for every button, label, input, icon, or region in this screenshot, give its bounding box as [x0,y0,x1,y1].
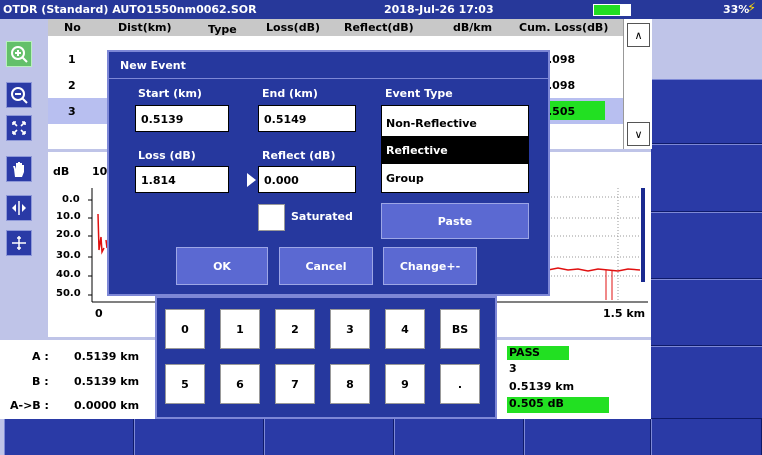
bottom-key-2[interactable] [134,419,264,455]
event-type-label: Event Type [385,87,453,100]
vertical-scale-icon[interactable] [6,230,32,256]
event-type-list: Non-Reflective Reflective Group [381,105,529,193]
key-4[interactable]: 4 [385,309,425,349]
marker-ab-label: A->B : [10,399,49,412]
event-type-non-reflective[interactable]: Non-Reflective [382,109,528,137]
datetime: 2018-Jul-26 17:03 [384,3,494,16]
key-7[interactable]: 7 [275,364,315,404]
fit-icon[interactable] [6,115,32,141]
key-5[interactable]: 5 [165,364,205,404]
event-type-reflective[interactable]: Reflective [382,136,528,164]
key-0[interactable]: 0 [165,309,205,349]
end-label: End (km) [262,87,318,100]
change-sign-button[interactable]: Change+- [383,247,477,285]
end-km-input[interactable]: 0.5149 [258,105,356,132]
softkey-1[interactable] [651,79,762,144]
key-9[interactable]: 9 [385,364,425,404]
bottom-key-1[interactable] [4,419,134,455]
reflect-label: Reflect (dB) [262,149,336,162]
charging-icon: ⚡ [747,1,757,16]
event-distance: 0.5139 km [509,380,575,393]
zoom-out-icon[interactable] [6,82,32,108]
scroll-up-icon[interactable]: ∧ [627,23,650,47]
start-km-input[interactable]: 0.5139 [135,105,229,132]
key-2[interactable]: 2 [275,309,315,349]
key-backspace[interactable]: BS [440,309,480,349]
key-6[interactable]: 6 [220,364,260,404]
marker-a-value: 0.5139 km [74,350,140,363]
battery-percent: 33% [723,3,750,16]
dialog-title: New Event [120,59,186,72]
paste-button[interactable]: Paste [381,203,529,239]
key-1[interactable]: 1 [220,309,260,349]
ok-button[interactable]: OK [176,247,268,285]
event-number: 3 [509,362,517,375]
bottom-key-5[interactable] [524,419,651,455]
saturated-checkbox[interactable] [258,204,285,231]
softkey-5[interactable] [651,346,762,419]
col-header-reflect: Reflect(dB) [344,21,414,34]
marker-ab-value: 0.0000 km [74,399,140,412]
marker-a-label: A : [32,350,49,363]
bottom-key-6[interactable] [651,419,762,455]
event-type-group[interactable]: Group [382,164,528,192]
zoom-in-icon[interactable] [6,41,32,67]
reflect-db-input[interactable]: 0.000 [258,166,356,193]
softkey-3[interactable] [651,212,762,279]
col-header-type: Type [208,23,237,36]
col-header-loss: Loss(dB) [266,21,320,34]
col-header-db-km: dB/km [453,21,493,34]
bottom-key-3[interactable] [264,419,394,455]
loss-label: Loss (dB) [138,149,196,162]
softkey-2[interactable] [651,144,762,212]
bottom-key-4[interactable] [394,419,524,455]
col-header-dist: Dist(km) [118,21,172,34]
key-8[interactable]: 8 [330,364,370,404]
col-header-cum-loss: Cum. Loss(dB) [519,21,609,34]
title-bar: OTDR (Standard) AUTO1550nm0062.SOR 2018-… [0,0,762,19]
key-3[interactable]: 3 [330,309,370,349]
status-badge: PASS [507,346,569,360]
cancel-button[interactable]: Cancel [279,247,373,285]
table-scrollbar[interactable]: ∧ ∨ [623,19,652,149]
col-header-no: No [64,21,81,34]
scroll-down-icon[interactable]: ∨ [627,122,650,146]
key-decimal[interactable]: . [440,364,480,404]
file-title: OTDR (Standard) AUTO1550nm0062.SOR [3,3,257,16]
horizontal-scale-icon[interactable] [6,195,32,221]
marker-b-value: 0.5139 km [74,375,140,388]
numeric-keypad: 0 1 2 3 4 BS 5 6 7 8 9 . [155,296,497,419]
saturated-label: Saturated [291,210,353,223]
event-loss: 0.505 dB [507,397,609,413]
pan-hand-icon[interactable] [6,156,32,182]
loss-db-input[interactable]: 1.814 [135,166,229,193]
marker-b-label: B : [32,375,49,388]
start-label: Start (km) [138,87,202,100]
new-event-dialog: New Event Start (km) 0.5139 End (km) 0.5… [107,50,550,296]
softkey-4[interactable] [651,279,762,346]
focus-arrow-icon [247,173,256,187]
battery-icon [593,4,631,16]
